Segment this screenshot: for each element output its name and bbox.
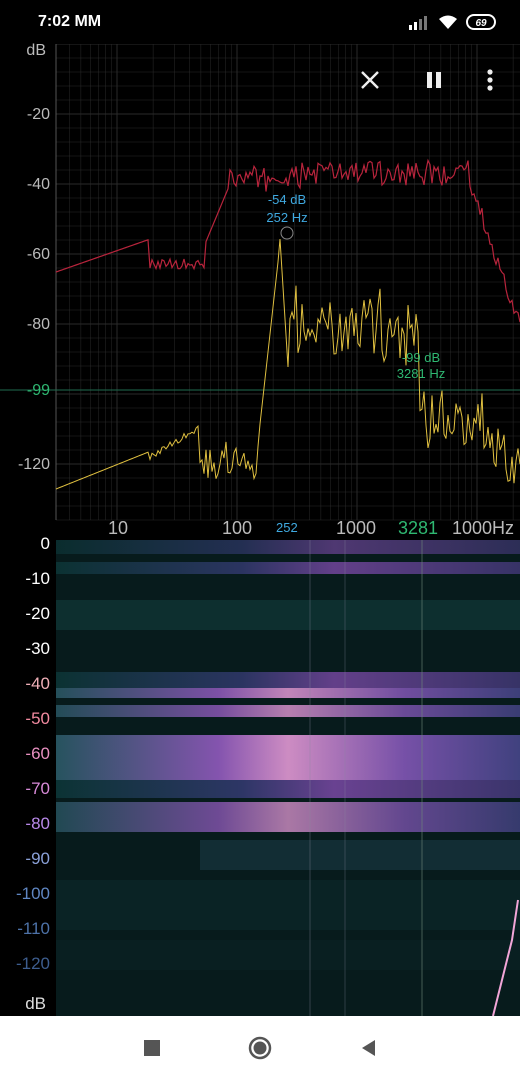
spectrum-y-tick: -20 [26,106,50,123]
spectrogram-y-tick: -100 [15,884,50,903]
peak-marker [280,226,294,240]
square-icon [144,1040,160,1056]
spectrogram-band [56,688,520,698]
spectrogram-band [56,780,520,798]
spectrum-x-tick: 100 [222,518,253,538]
peak-db-label: -54 dB [268,192,306,207]
recents-button[interactable] [138,1034,166,1062]
status-time: 7:02 MM [38,13,102,30]
spectrogram-band [56,705,520,717]
pause-button[interactable] [416,62,452,98]
circle-icon [248,1036,272,1060]
spectrogram-y-tick: -60 [25,744,50,763]
spectrogram-band [56,940,520,970]
spectrogram-y-tick: -110 [17,919,50,938]
navigation-bar [0,1016,520,1080]
spectrum-plot[interactable]: -54 dB 252 Hz -99 dB 3281 Hz [0,43,520,540]
spectrogram-band [200,840,520,870]
spectrogram-band [56,672,520,688]
spectrogram-plot[interactable] [0,540,520,1017]
spectrogram-band [56,802,520,832]
spectrum-x-tick: 1000Hz [452,518,515,538]
spectrum-x-tick: 10 [108,518,129,538]
status-bar: 7:02 MM 69 [0,0,520,44]
more-vert-icon [487,69,493,91]
wifi-icon [439,15,457,29]
spectrogram-panel[interactable]: 0 -10 -20 -30 -40 -50 -60 -70 -80 -90 -100 -110 -120… [0,534,520,1017]
marker-x-label: 3281 [398,518,439,538]
spectrogram-band [56,540,520,554]
spectrogram-y-tick: -20 [25,604,50,623]
status-icons: 69 [408,12,496,32]
marker-hz-label: 3281 Hz [397,366,445,381]
spectrogram-y-tick: 0 [40,534,50,553]
close-icon [361,71,379,89]
battery-icon: 69 [466,14,496,30]
triangle-back-icon [362,1040,375,1056]
spectrogram-y-tick: -10 [25,569,50,588]
spectrum-x-tick: 1000 [336,518,377,538]
threshold-label: -99 [26,382,50,399]
spectrum-y-tick: -80 [26,316,50,333]
pause-icon [427,72,441,88]
marker-db-label: -99 dB [402,350,440,365]
signal-icon [409,16,427,30]
spectrogram-y-tick: -40 [25,674,50,693]
menu-button[interactable] [472,62,508,98]
spectrogram-band [56,735,520,780]
close-button[interactable] [352,62,388,98]
spectrogram-band [56,880,520,930]
spectrum-y-unit: dB [26,42,46,59]
home-button[interactable] [246,1034,274,1062]
spectrum-y-tick: -120 [17,456,50,473]
peak-hz-label: 252 Hz [266,210,307,225]
back-button[interactable] [354,1034,382,1062]
spectrogram-bands [56,540,520,970]
spectrum-grid [55,43,520,521]
spectrogram-y-tick: -120 [15,954,50,973]
spectrum-y-tick: -40 [26,176,50,193]
spectrogram-y-tick: -80 [25,814,50,833]
spectrogram-y-tick: -30 [25,639,50,658]
spectrogram-y-tick: -70 [25,779,50,798]
spectrum-panel[interactable]: -54 dB 252 Hz -99 dB 3281 Hz dB -20 -40 … [0,42,520,540]
cursor-x-label: 252 [276,520,298,535]
spectrogram-y-unit: dB [25,994,46,1013]
spectrogram-band [56,600,520,630]
spectrum-y-tick: -60 [26,246,50,263]
spectrogram-y-tick: -50 [25,709,50,728]
spectrogram-y-tick: -90 [25,849,50,868]
spectrogram-band [56,562,520,574]
